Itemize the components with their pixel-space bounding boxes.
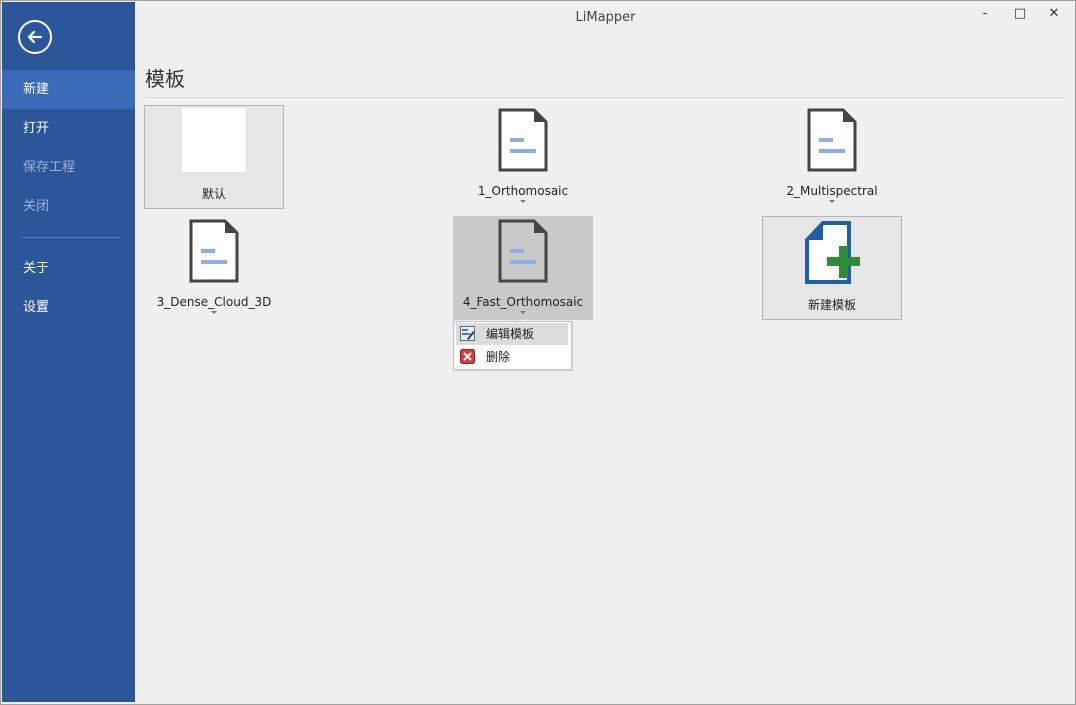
template-tile-orthomosaic[interactable]: 1_Orthomosaic <box>453 105 593 209</box>
chevron-down-icon[interactable] <box>520 200 526 203</box>
template-label: 4_Fast_Orthomosaic <box>462 295 584 309</box>
template-tile-dense-cloud-3d[interactable]: 3_Dense_Cloud_3D <box>144 216 284 320</box>
sidebar-item-new[interactable]: 新建 <box>2 70 135 109</box>
chevron-down-icon[interactable] <box>211 311 217 314</box>
back-button[interactable] <box>18 20 52 54</box>
document-icon <box>498 108 548 172</box>
menu-item-label: 编辑模板 <box>486 327 535 341</box>
menu-item-delete[interactable]: 删除 <box>456 346 568 368</box>
template-label: 3_Dense_Cloud_3D <box>156 295 272 309</box>
template-tile-default[interactable]: 默认 <box>144 105 284 209</box>
page-title: 模板 <box>145 67 185 91</box>
document-icon <box>807 108 857 172</box>
sidebar-item-save-project: 保存工程 <box>23 160 76 175</box>
delete-icon <box>460 349 475 364</box>
section-divider <box>145 97 1065 98</box>
new-template-icon <box>805 221 860 284</box>
edit-template-icon <box>460 326 475 341</box>
sidebar-nav: 新建 打开 保存工程 关闭 关于 设置 <box>2 70 135 327</box>
menu-item-edit-template[interactable]: 编辑模板 <box>456 323 568 345</box>
title-bar: LiMapper - □ ✕ <box>135 0 1076 34</box>
chevron-down-icon[interactable] <box>520 311 526 314</box>
template-label: 新建模板 <box>807 298 856 312</box>
document-icon <box>498 219 548 283</box>
window-title: LiMapper <box>575 10 636 25</box>
template-tile-multispectral[interactable]: 2_Multispectral <box>762 105 902 209</box>
menu-item-label: 删除 <box>486 350 511 364</box>
sidebar-item-settings[interactable]: 设置 <box>2 288 135 327</box>
blank-template-thumbnail <box>182 108 246 172</box>
template-context-menu: 编辑模板 删除 <box>453 321 572 370</box>
template-label: 默认 <box>201 187 226 201</box>
template-label: 2_Multispectral <box>786 184 878 198</box>
sidebar-divider <box>22 237 120 238</box>
sidebar-item-open[interactable]: 打开 <box>2 109 135 148</box>
new-template-button[interactable]: 新建模板 <box>762 216 902 320</box>
template-label: 1_Orthomosaic <box>477 184 569 198</box>
template-tile-fast-orthomosaic[interactable]: 4_Fast_Orthomosaic <box>453 216 593 320</box>
sidebar-item-about[interactable]: 关于 <box>2 249 135 288</box>
maximize-button[interactable]: □ <box>1005 3 1035 25</box>
minimize-button[interactable]: - <box>970 3 1000 25</box>
close-button[interactable]: ✕ <box>1039 3 1069 25</box>
document-icon <box>189 219 239 283</box>
back-arrow-icon <box>27 30 43 44</box>
sidebar: 新建 打开 保存工程 关闭 关于 设置 <box>2 2 135 702</box>
chevron-down-icon[interactable] <box>829 200 835 203</box>
sidebar-item-close: 关闭 <box>23 199 50 214</box>
